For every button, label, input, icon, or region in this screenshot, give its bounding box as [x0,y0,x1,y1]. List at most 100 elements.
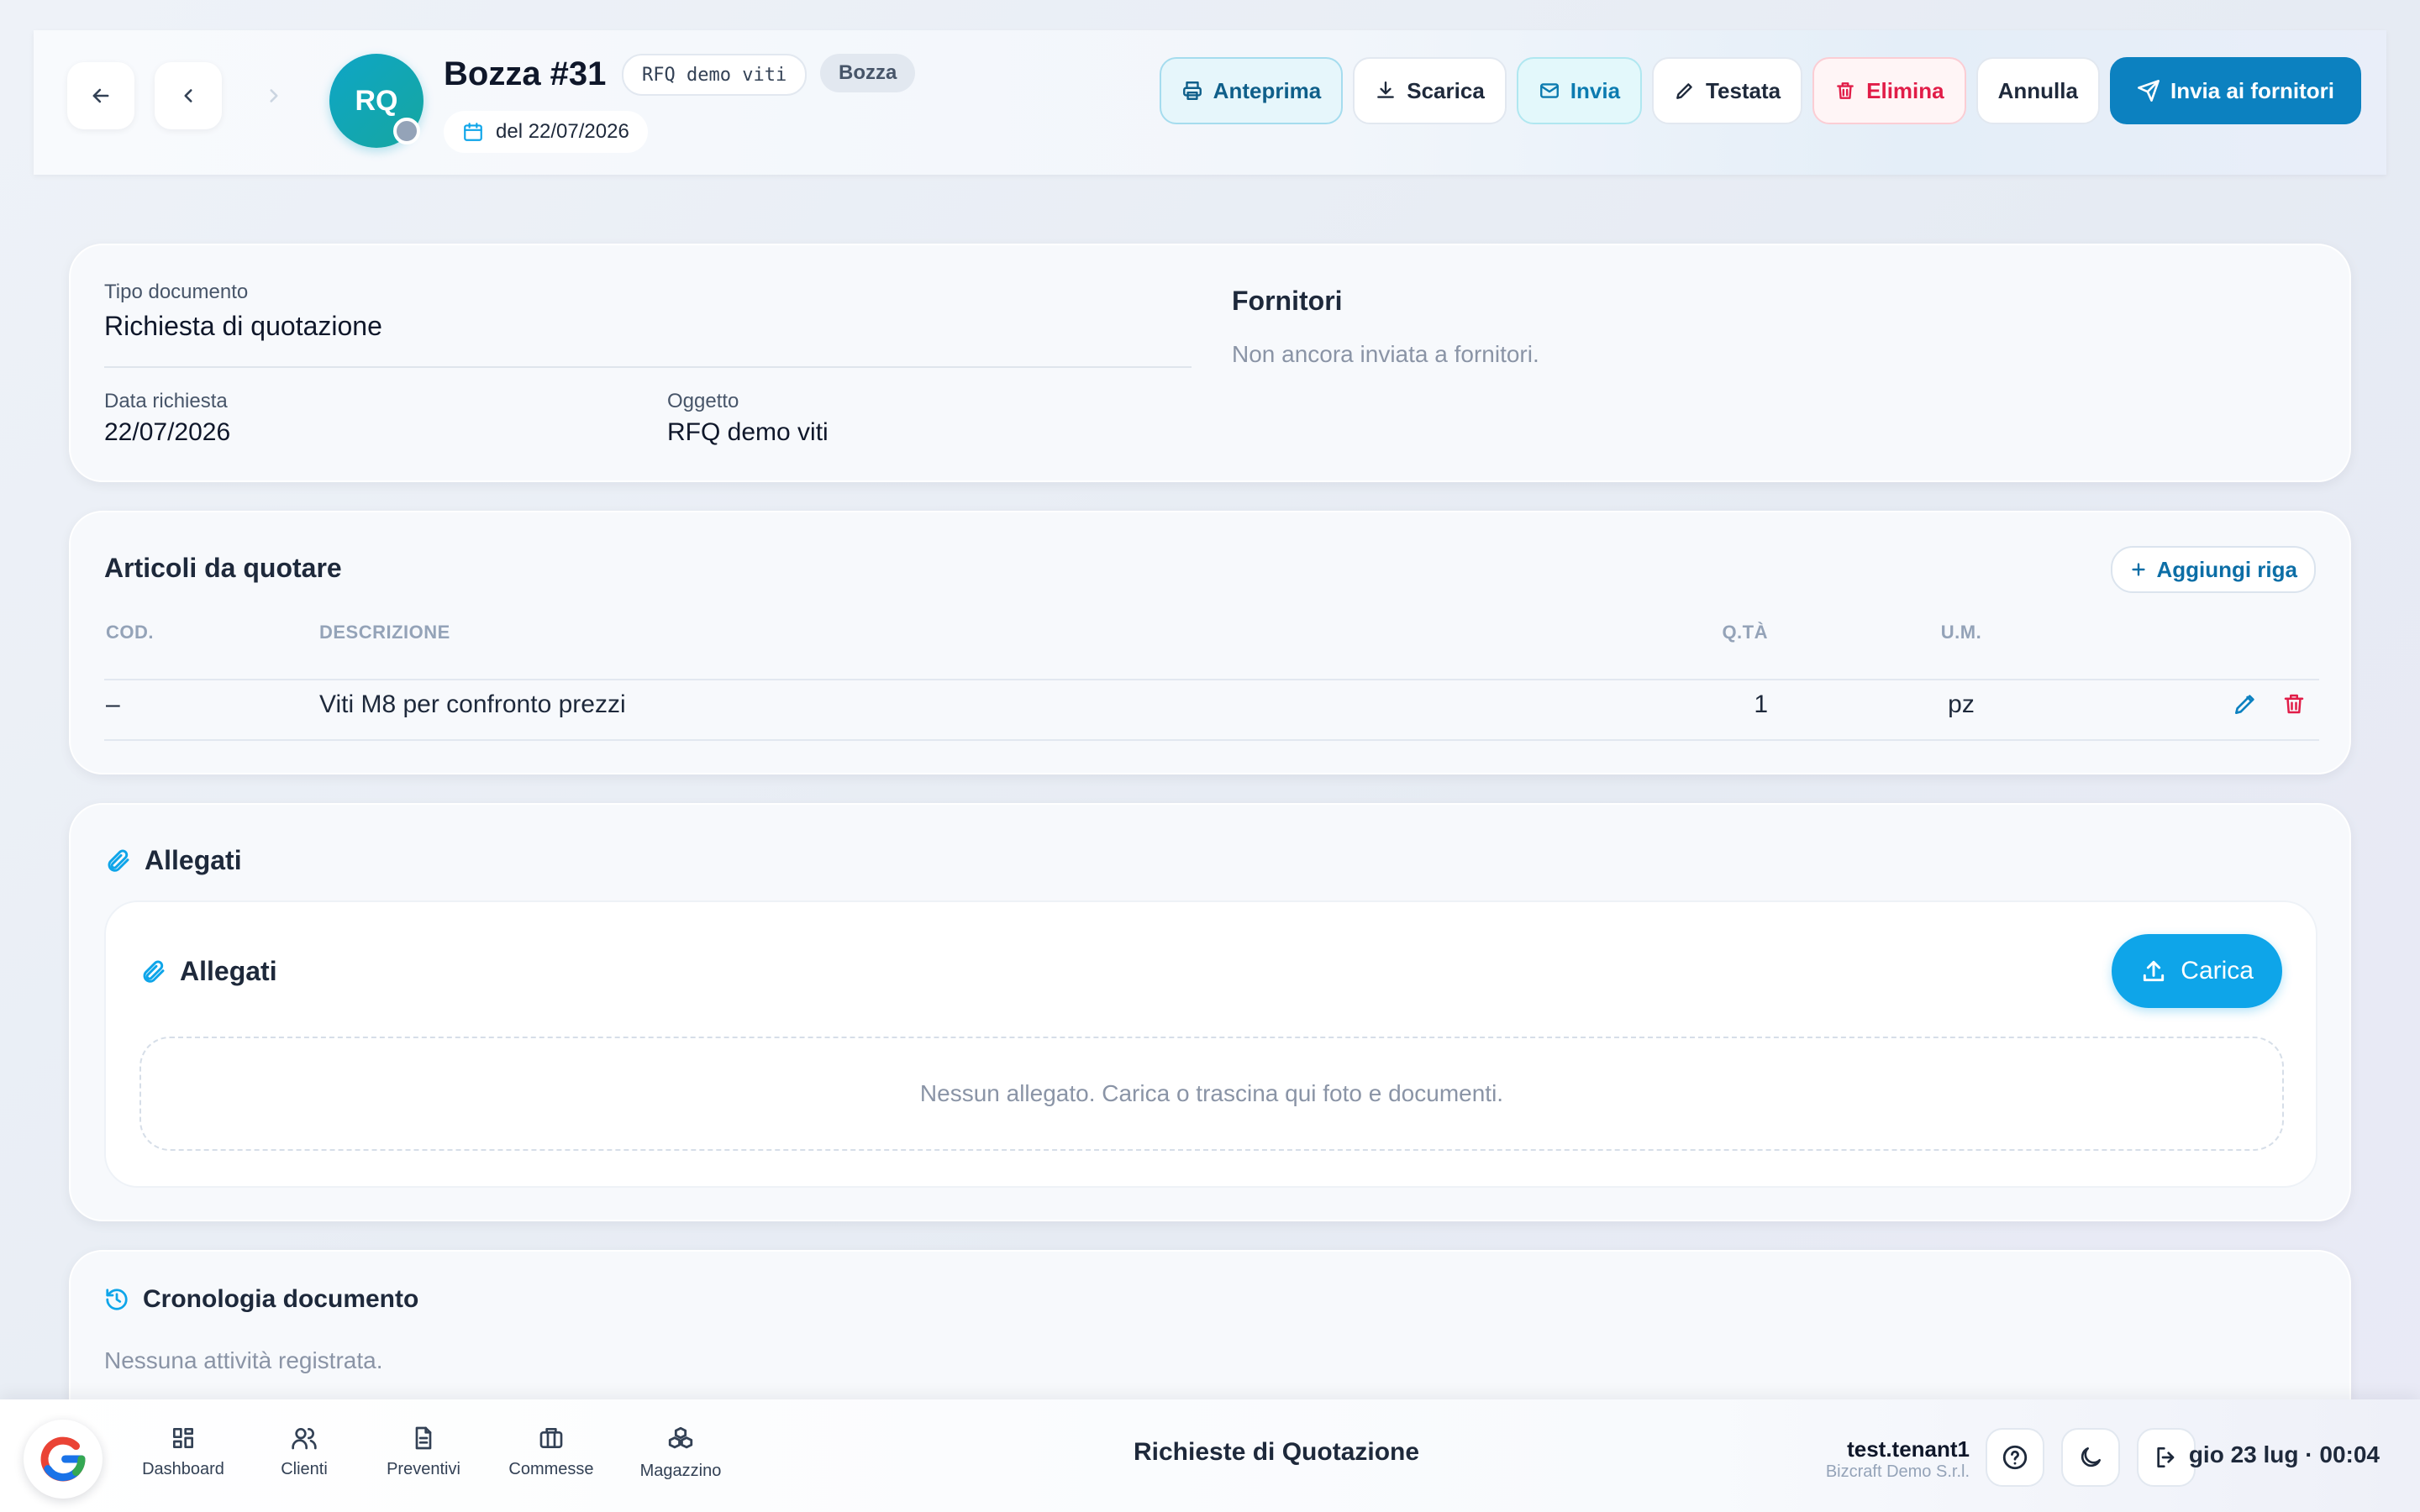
nav-label-quotes: Preventivi [387,1460,460,1478]
help-button[interactable] [1986,1428,2044,1487]
attachments-card: Allegati Allegati Carica Nessun allegato… [69,803,2351,1221]
send-button[interactable]: Invia [1516,57,1643,124]
download-label: Scarica [1407,77,1485,103]
code-tag: RFQ demo viti [622,54,808,96]
status-badge: Bozza [820,54,916,92]
cancel-label: Annulla [1997,77,2078,103]
document-header: RQ Bozza #31 RFQ demo viti Bozza del 22/… [34,30,2386,175]
attachments-panel: Allegati Carica Nessun allegato. Carica … [104,900,2317,1188]
logout-icon [2157,1447,2175,1467]
doc-type-label: Tipo documento [104,281,249,303]
nav-label-clients: Clienti [281,1460,328,1478]
app-logo[interactable] [24,1420,103,1499]
page-title: Bozza #31 [444,55,607,92]
chevron-right-icon [270,89,278,102]
table-row-divider [104,739,2319,741]
moon-icon [2081,1447,2101,1467]
briefcase-icon [539,1428,563,1448]
attachments-dropzone[interactable]: Nessun allegato. Carica o trascina qui f… [139,1037,2284,1151]
edit-row-button[interactable] [2228,687,2262,721]
plus-icon [2132,563,2146,576]
row-unit: pz [1948,690,1975,718]
divider [104,366,1192,368]
send-icon [2138,80,2160,102]
row-description: Viti M8 per confronto prezzi [319,690,626,718]
upload-button[interactable]: Carica [2112,934,2282,1008]
send-to-suppliers-button[interactable]: Invia ai fornitori [2109,57,2361,124]
nav-label-dashboard: Dashboard [142,1460,224,1478]
document-icon [415,1426,432,1450]
request-date-label: Data richiesta [104,390,228,412]
boxes-icon [668,1426,693,1449]
subject-value: RFQ demo viti [667,418,829,446]
chevron-left-icon [184,89,192,102]
preview-button[interactable]: Anteprima [1159,57,1344,124]
nav-item-quotes[interactable]: Preventivi [365,1425,482,1479]
help-icon [2002,1445,2028,1470]
paperclip-icon [108,849,129,872]
dashboard-icon [173,1428,193,1448]
upload-icon [2144,960,2165,982]
previous-document-button[interactable] [155,62,222,129]
cancel-button[interactable]: Annulla [1975,57,2100,124]
attachments-empty-text: Nessun allegato. Carica o trascina qui f… [919,1080,1504,1106]
organization-name: Bizcraft Demo S.r.l. [1825,1462,1970,1481]
suppliers-title: Fornitori [1232,286,1343,316]
add-row-label: Aggiungi riga [2156,556,2297,582]
pencil-icon [1676,83,1692,99]
add-row-button[interactable]: Aggiungi riga [2111,546,2316,593]
delete-button[interactable]: Elimina [1812,57,1966,124]
theme-toggle-button[interactable] [2061,1428,2120,1487]
column-header-qty: Q.TÀ [1722,622,1768,643]
table-header-divider [104,679,2319,680]
nav-item-warehouse[interactable]: Magazzino [622,1425,739,1481]
column-header-code: COD. [106,622,154,643]
nav-label-orders: Commesse [508,1460,594,1478]
download-button[interactable]: Scarica [1353,57,1507,124]
request-date-value: 22/07/2026 [104,418,231,446]
attachments-section-header: Allegati [104,845,242,876]
doc-type-value: Richiesta di quotazione [104,311,382,341]
date-chip: del 22/07/2026 [444,111,648,153]
current-page-title: Richieste di Quotazione [1134,1438,1420,1466]
clock: gio 23 lug · 00:04 [2188,1441,2380,1467]
nav-item-dashboard[interactable]: Dashboard [124,1425,242,1479]
logo-icon [40,1436,86,1482]
bottom-navigation-bar: Dashboard Clienti Preventivi Commesse Ma… [0,1399,2420,1512]
pencil-icon [2235,695,2254,714]
nav-label-warehouse: Magazzino [639,1462,722,1480]
trash-icon [2284,694,2304,714]
attachments-panel-title: Allegati [180,956,277,986]
printer-icon [1182,81,1202,100]
trash-icon [1837,82,1854,99]
header-actions: Anteprima Scarica Invia Testata Elimina … [1159,57,2361,124]
calendar-icon [464,123,482,141]
user-name: test.tenant1 [1847,1436,1970,1462]
next-document-button[interactable] [240,62,308,129]
history-empty-text: Nessuna attività registrata. [104,1347,383,1373]
history-icon [106,1289,128,1310]
send-to-suppliers-label: Invia ai fornitori [2170,77,2334,103]
delete-row-button[interactable] [2277,687,2311,721]
preview-label: Anteprima [1213,77,1322,103]
details-card: Tipo documento Richiesta di quotazione D… [69,244,2351,482]
download-icon [1377,81,1395,98]
user-info: test.tenant1 Bizcraft Demo S.r.l. [1826,1436,1970,1482]
edit-header-label: Testata [1706,77,1781,103]
history-title: Cronologia documento [143,1285,419,1313]
column-header-description: DESCRIZIONE [319,622,450,643]
history-header: Cronologia documento [104,1285,418,1314]
nav-item-clients[interactable]: Clienti [245,1425,363,1479]
nav-item-orders[interactable]: Commesse [492,1425,610,1479]
column-header-unit: U.M. [1940,622,1982,643]
avatar-status-dot [393,118,420,144]
edit-header-button[interactable]: Testata [1652,57,1803,124]
logout-button[interactable] [2137,1428,2196,1487]
suppliers-empty-text: Non ancora inviata a fornitori. [1232,341,1539,367]
date-label: del 22/07/2026 [496,120,629,143]
delete-label: Elimina [1866,77,1944,103]
items-title: Articoli da quotare [104,553,342,583]
avatar-initials: RQ [355,84,398,117]
subject-label: Oggetto [667,390,739,412]
back-button[interactable] [67,62,134,129]
